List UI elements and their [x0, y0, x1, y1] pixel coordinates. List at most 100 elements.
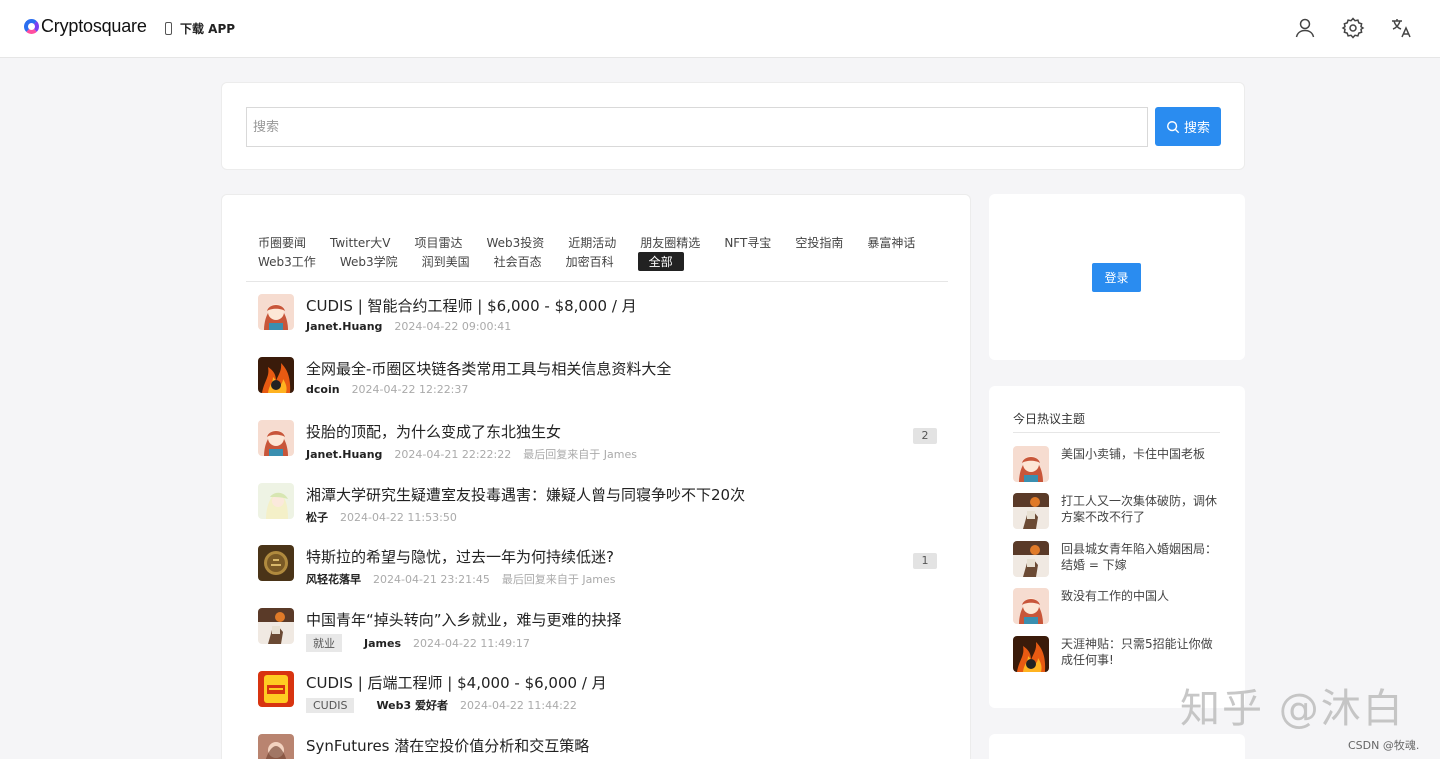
post-title[interactable]: CUDIS | 智能合约工程师 | $6,000 - $8,000 / 月: [306, 295, 637, 316]
post-time: 2024-04-22 11:49:17: [413, 636, 530, 650]
hot-topic-item[interactable]: 打工人又一次集体破防，调休方案不改不行了: [1013, 493, 1223, 533]
tab-usa[interactable]: 润到美国: [422, 253, 470, 270]
hot-topic-item[interactable]: 回县城女青年陷入婚姻困局：结婚 = 下嫁: [1013, 541, 1223, 581]
post-time: 2024-04-21 22:22:22: [394, 447, 512, 461]
avatar[interactable]: [258, 734, 294, 759]
post-author[interactable]: James: [364, 637, 401, 650]
tab-twitter-v[interactable]: Twitter大V: [330, 234, 390, 251]
logo-mark-icon: [24, 19, 39, 34]
avatar[interactable]: [258, 420, 294, 456]
phone-icon: [165, 22, 172, 35]
post-title[interactable]: 投胎的顶配，为什么变成了东北独生女: [306, 421, 561, 442]
search-input[interactable]: [246, 107, 1148, 147]
tab-events[interactable]: 近期活动: [568, 234, 616, 251]
hot-topic-title[interactable]: 美国小卖铺，卡住中国老板: [1061, 446, 1221, 462]
list-item[interactable]: CUDIS | 后端工程师 | $4,000 - $6,000 / 月 CUDIS…: [258, 671, 938, 721]
hot-topics-title: 今日热议主题: [1013, 412, 1086, 426]
list-item[interactable]: 全网最全-币圈区块链各类常用工具与相关信息资料大全 dcoin 2024-04-22…: [258, 357, 938, 407]
user-icon[interactable]: [1293, 16, 1317, 40]
post-title[interactable]: 特斯拉的希望与隐忧，过去一年为何持续低迷?: [306, 546, 614, 567]
avatar[interactable]: [1013, 541, 1049, 577]
list-item[interactable]: 湘潭大学研究生疑遭室友投毒遇害：嫌疑人曾与同寝争吵不下20次松子 2024-04-…: [258, 483, 938, 533]
search-icon: [1167, 120, 1180, 133]
download-app-link[interactable]: 下载 APP: [165, 20, 235, 37]
bottom-card: [989, 734, 1245, 759]
logo-text: Cryptosquare: [41, 16, 147, 36]
reply-count-badge: 1: [913, 553, 937, 569]
tab-rich-myth[interactable]: 暴富神话: [867, 234, 915, 251]
csdn-watermark: CSDN @牧魂.: [1348, 739, 1420, 752]
post-meta: 松子 2024-04-22 11:53:50: [306, 509, 457, 525]
hot-topic-title[interactable]: 致没有工作的中国人: [1061, 588, 1221, 604]
avatar[interactable]: [258, 294, 294, 330]
divider: [1013, 432, 1220, 433]
tab-coin-news[interactable]: 币圈要闻: [258, 234, 306, 251]
list-item[interactable]: 投胎的顶配，为什么变成了东北独生女 Janet.Huang 2024-04-21 2…: [258, 420, 938, 470]
post-author[interactable]: Janet.Huang: [306, 448, 382, 461]
gear-icon[interactable]: [1341, 16, 1365, 40]
avatar[interactable]: [1013, 493, 1049, 529]
tab-project-radar[interactable]: 项目雷达: [414, 234, 462, 251]
search-button[interactable]: 搜索: [1155, 107, 1221, 146]
post-author[interactable]: Janet.Huang: [306, 320, 382, 333]
post-title[interactable]: 全网最全-币圈区块链各类常用工具与相关信息资料大全: [306, 358, 671, 379]
tab-all[interactable]: 全部: [637, 252, 684, 271]
tab-society[interactable]: 社会百态: [494, 253, 542, 270]
avatar[interactable]: [258, 545, 294, 581]
post-time: 2024-04-22 09:00:41: [394, 320, 512, 333]
translate-icon[interactable]: [1389, 16, 1413, 40]
list-item[interactable]: 中国青年“掉头转向”入乡就业，难与更难的抉择 就业 James 2024-04-22 …: [258, 608, 938, 658]
post-author[interactable]: 松子: [306, 509, 328, 525]
category-tabs: 币圈要闻 Twitter大V 项目雷达 Web3投资 近期活动 朋友圈精选 NF…: [258, 233, 938, 271]
post-time: 2024-04-22 12:22:37: [351, 383, 469, 396]
post-last-reply: 最后回复来自于 James: [523, 448, 637, 461]
avatar[interactable]: [1013, 588, 1049, 624]
post-tag[interactable]: CUDIS: [306, 697, 355, 713]
tab-web3-jobs[interactable]: Web3工作: [258, 253, 316, 270]
logo[interactable]: Cryptosquare: [24, 16, 147, 37]
hot-topic-title[interactable]: 天涯神贴：只需5招能让你做成任何事!: [1061, 636, 1221, 668]
list-item[interactable]: SynFutures 潜在空投价值分析和交互策略: [258, 734, 938, 759]
list-item[interactable]: 特斯拉的希望与隐忧，过去一年为何持续低迷? 风轻花落早 2024-04-21 23:…: [258, 545, 938, 595]
post-meta: Janet.Huang 2024-04-22 09:00:41: [306, 320, 511, 333]
avatar[interactable]: [258, 357, 294, 393]
avatar[interactable]: [258, 483, 294, 519]
hot-topic-title[interactable]: 打工人又一次集体破防，调休方案不改不行了: [1061, 493, 1221, 525]
post-title[interactable]: SynFutures 潜在空投价值分析和交互策略: [306, 735, 589, 756]
tab-crypto-wiki[interactable]: 加密百科: [566, 253, 614, 270]
hot-topic-item[interactable]: 致没有工作的中国人: [1013, 588, 1223, 628]
hot-topic-title[interactable]: 回县城女青年陷入婚姻困局：结婚 = 下嫁: [1061, 541, 1221, 573]
search-card: 搜索: [221, 82, 1245, 170]
hot-topic-item[interactable]: 美国小卖铺，卡住中国老板: [1013, 446, 1223, 486]
tab-web3-invest[interactable]: Web3投资: [486, 234, 544, 251]
tab-nft[interactable]: NFT寻宝: [724, 234, 771, 251]
top-header: Cryptosquare 下载 APP: [0, 0, 1440, 58]
post-title[interactable]: CUDIS | 后端工程师 | $4,000 - $6,000 / 月: [306, 672, 607, 693]
tab-airdrop[interactable]: 空投指南: [795, 234, 843, 251]
hot-topic-item[interactable]: 天涯神贴：只需5招能让你做成任何事!: [1013, 636, 1223, 676]
avatar[interactable]: [258, 671, 294, 707]
post-last-reply: 最后回复来自于 James: [501, 573, 616, 586]
post-meta: Janet.Huang 2024-04-21 22:22:22 最后回复来自于 Ja…: [306, 446, 637, 462]
post-meta: 风轻花落早 2024-04-21 23:21:45 最后回复来自于 James: [306, 571, 616, 587]
login-button[interactable]: 登录: [1092, 263, 1141, 292]
download-app-label: 下载 APP: [180, 22, 236, 36]
post-meta: dcoin 2024-04-22 12:22:37: [306, 383, 468, 396]
post-meta: CUDIS Web3 爱好者 2024-04-22 11:44:22: [306, 697, 577, 713]
reply-count-badge: 2: [913, 428, 937, 444]
tab-moments[interactable]: 朋友圈精选: [640, 234, 700, 251]
list-item[interactable]: CUDIS | 智能合约工程师 | $6,000 - $8,000 / 月 Jan…: [258, 294, 938, 344]
post-tag[interactable]: 就业: [306, 634, 342, 652]
avatar[interactable]: [258, 608, 294, 644]
post-author[interactable]: Web3 爱好者: [376, 697, 448, 713]
post-title[interactable]: 湘潭大学研究生疑遭室友投毒遇害：嫌疑人曾与同寝争吵不下20次: [306, 484, 745, 505]
avatar[interactable]: [1013, 446, 1049, 482]
post-author[interactable]: 风轻花落早: [306, 571, 361, 587]
post-title[interactable]: 中国青年“掉头转向”入乡就业，难与更难的抉择: [306, 609, 622, 630]
tab-web3-academy[interactable]: Web3学院: [340, 253, 398, 270]
topic-list-card: 币圈要闻 Twitter大V 项目雷达 Web3投资 近期活动 朋友圈精选 NF…: [221, 194, 971, 759]
post-time: 2024-04-21 23:21:45: [373, 572, 490, 586]
post-author[interactable]: dcoin: [306, 383, 340, 396]
avatar[interactable]: [1013, 636, 1049, 672]
tab-row-2: Web3工作 Web3学院 润到美国 社会百态 加密百科 全部: [258, 252, 938, 271]
